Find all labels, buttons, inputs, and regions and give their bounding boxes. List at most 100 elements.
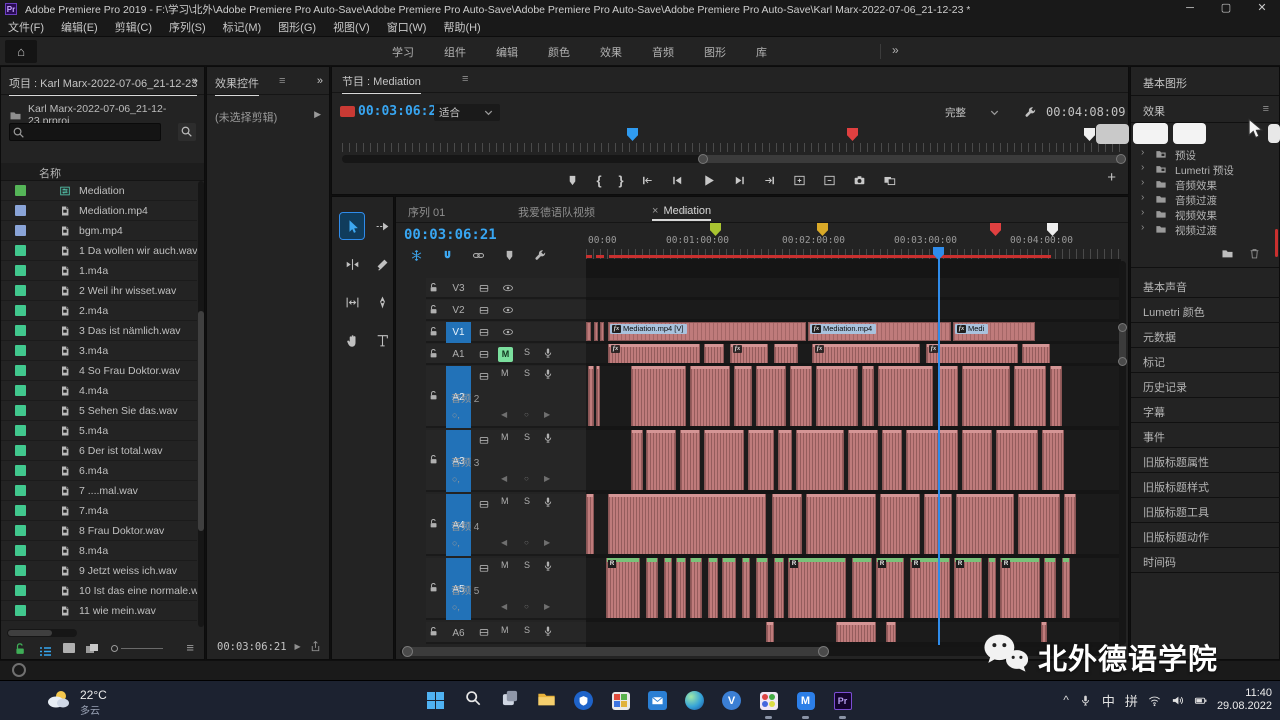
workspace-tab-组件[interactable]: 组件	[444, 44, 466, 60]
audio-clip[interactable]	[586, 494, 594, 554]
label-color-chip[interactable]	[15, 265, 26, 276]
taskbar-app-v-app[interactable]: V	[718, 687, 745, 714]
taskbar-app-start[interactable]	[422, 687, 449, 714]
audio-clip[interactable]	[646, 430, 676, 490]
label-color-chip[interactable]	[15, 285, 26, 296]
project-item[interactable]: 10 Ist das eine normale.wa	[1, 581, 197, 601]
label-color-chip[interactable]	[15, 445, 26, 456]
label-color-chip[interactable]	[15, 485, 26, 496]
list-view-icon[interactable]	[39, 644, 52, 655]
project-item[interactable]: 3.m4a	[1, 341, 197, 361]
export-icon[interactable]	[309, 640, 322, 653]
audio-clip[interactable]	[836, 622, 876, 642]
audio-clip[interactable]	[880, 494, 920, 554]
taskbar-app-explorer[interactable]	[533, 687, 560, 714]
label-color-chip[interactable]	[15, 225, 26, 236]
audio-clip[interactable]: R	[788, 558, 846, 618]
audio-clip[interactable]	[756, 558, 768, 618]
audio-clip[interactable]	[1044, 558, 1056, 618]
project-item[interactable]: 5 Sehen Sie das.wav	[1, 401, 197, 421]
chevron-right-icon[interactable]: ›	[1141, 192, 1144, 203]
project-writable-icon[interactable]	[13, 642, 27, 656]
delete-icon[interactable]	[1248, 247, 1261, 260]
go-to-out-button[interactable]	[763, 174, 776, 187]
menu-窗口(W)[interactable]: 窗口(W)	[387, 19, 427, 35]
project-item[interactable]: 11 wie mein.wav	[1, 601, 197, 621]
solo-button[interactable]: S	[524, 347, 530, 357]
audio-clip[interactable]: fx	[812, 344, 920, 363]
sync-lock-icon[interactable]	[478, 326, 490, 338]
mute-button[interactable]: M	[501, 625, 509, 635]
taskbar-app-premiere[interactable]: Pr	[829, 687, 856, 714]
video-clip[interactable]: Mediation.mp4 [V]fx	[608, 322, 806, 341]
effects-tree-item[interactable]: ›预设	[1131, 147, 1280, 162]
label-color-chip[interactable]	[15, 505, 26, 516]
zoom-slider-handle[interactable]	[111, 645, 118, 652]
audio-clip[interactable]	[778, 430, 792, 490]
mute-button[interactable]: M	[501, 560, 509, 570]
audio-clip[interactable]	[848, 430, 878, 490]
snap-toggle[interactable]	[441, 249, 454, 262]
project-item[interactable]: 4.m4a	[1, 381, 197, 401]
lift-button[interactable]	[793, 174, 806, 187]
project-item[interactable]: 1 Da wollen wir auch.wav	[1, 241, 197, 261]
export-frame-button[interactable]	[853, 174, 866, 187]
track-lock-icon[interactable]	[428, 390, 439, 401]
panel-tab-旧版标题属性[interactable]: 旧版标题属性	[1131, 448, 1280, 473]
track-visibility-icon[interactable]	[502, 282, 514, 294]
timeline-vscroll-track[interactable]	[1119, 261, 1126, 645]
taskbar-app-mail[interactable]	[644, 687, 671, 714]
taskbar-app-security[interactable]	[570, 687, 597, 714]
audio-clip[interactable]	[996, 430, 1038, 490]
panel-tab-历史记录[interactable]: 历史记录	[1131, 373, 1280, 398]
hand-tool[interactable]	[340, 327, 364, 353]
icon-view-icon[interactable]	[63, 643, 75, 653]
audio-clip[interactable]	[708, 558, 718, 618]
program-marker[interactable]	[1084, 128, 1095, 141]
step-forward-button[interactable]	[733, 174, 746, 187]
panel-tab-基本声音[interactable]: 基本声音	[1131, 273, 1280, 298]
menu-图形(G)[interactable]: 图形(G)	[278, 19, 316, 35]
menu-序列(S)[interactable]: 序列(S)	[169, 19, 206, 35]
label-color-chip[interactable]	[15, 545, 26, 556]
audio-clip[interactable]: R	[876, 558, 904, 618]
project-item[interactable]: 9 Jetzt weiss ich.wav	[1, 561, 197, 581]
label-color-chip[interactable]	[15, 185, 26, 196]
track-header-A5[interactable]: A5MS音频 5○,◀○▶	[426, 558, 586, 620]
tab-close-icon[interactable]: ×	[652, 205, 658, 217]
workspace-tab-编辑[interactable]: 编辑	[496, 44, 518, 60]
voiceover-record-icon[interactable]	[542, 625, 554, 637]
pen-tool[interactable]	[370, 289, 394, 315]
track-select-forward-tool[interactable]	[370, 213, 394, 239]
audio-track-name[interactable]: 音频 2	[451, 390, 479, 405]
audio-clip[interactable]	[956, 494, 1014, 554]
ripple-edit-tool[interactable]	[340, 251, 364, 277]
audio-clip[interactable]	[748, 430, 774, 490]
audio-clip[interactable]: R	[606, 558, 640, 618]
linked-selection-toggle[interactable]	[472, 249, 485, 262]
project-panel-tab[interactable]: 项目 : Karl Marx-2022-07-06_21-12-23	[9, 75, 197, 96]
timeline-vscroll-dot[interactable]	[1118, 323, 1127, 332]
menu-文件(F)[interactable]: 文件(F)	[8, 19, 44, 35]
timeline-vscroll-handle[interactable]	[1119, 327, 1126, 361]
audio-clip[interactable]	[1062, 558, 1070, 618]
project-item[interactable]: bgm.mp4	[1, 221, 197, 241]
mute-button[interactable]: M	[501, 368, 509, 378]
weather-widget[interactable]: 22°C 多云	[44, 686, 107, 719]
add-marker-button[interactable]	[566, 174, 579, 187]
audio-clip[interactable]	[790, 366, 812, 426]
voiceover-record-icon[interactable]	[542, 496, 554, 508]
audio-clip[interactable]	[596, 366, 600, 426]
track-visibility-icon[interactable]	[502, 326, 514, 338]
program-scrollbar-handle[interactable]	[702, 155, 1122, 163]
panel-menu-icon[interactable]: ≡	[279, 75, 285, 87]
audio-clip[interactable]	[938, 366, 958, 426]
panel-tab-标记[interactable]: 标记	[1131, 348, 1280, 373]
track-lock-icon[interactable]	[428, 626, 439, 637]
project-item[interactable]: 5.m4a	[1, 421, 197, 441]
next-keyframe-button[interactable]: ▶	[544, 410, 550, 419]
track-lock-icon[interactable]	[428, 282, 439, 293]
timeline-hscroll-dot[interactable]	[818, 646, 829, 657]
sync-lock-icon[interactable]	[478, 498, 490, 510]
close-button[interactable]: ✕	[1244, 0, 1280, 18]
